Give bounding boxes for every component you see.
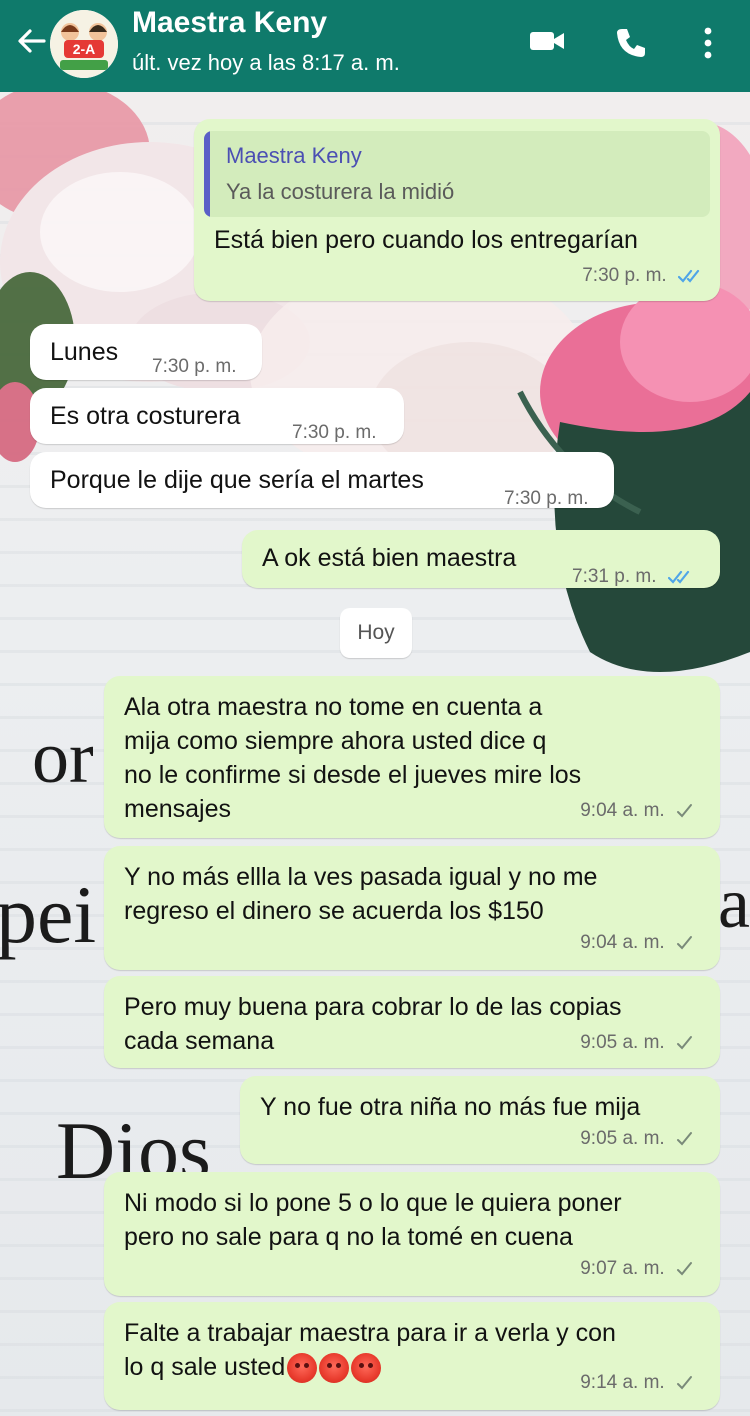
quoted-author: Maestra Keny xyxy=(226,143,362,168)
wallpaper-word-or: or xyxy=(32,717,94,799)
message-text: Pero muy buena para cobrar lo de las cop… xyxy=(124,993,622,1055)
message-time: 9:05 a. m. xyxy=(580,1026,694,1060)
message-text: Porque le dije que sería el martes xyxy=(50,466,424,494)
message-time: 9:04 a. m. xyxy=(580,794,694,828)
phone-icon[interactable] xyxy=(614,26,648,60)
single-check-sent-icon xyxy=(677,935,692,950)
avatar[interactable]: 2-A xyxy=(50,10,118,78)
back-arrow-icon[interactable] xyxy=(14,24,48,58)
quoted-message[interactable]: Maestra Keny Ya la costurera la midió xyxy=(204,131,710,217)
message-bubble-outgoing[interactable]: Pero muy buena para cobrar lo de las cop… xyxy=(104,976,720,1068)
single-check-sent-icon xyxy=(677,1131,692,1146)
message-time: 9:05 a. m. xyxy=(580,1122,694,1156)
message-bubble-outgoing[interactable]: Maestra Keny Ya la costurera la midió Es… xyxy=(194,119,720,301)
message-time: 7:30 p. m. xyxy=(504,488,589,509)
video-call-icon[interactable] xyxy=(528,26,566,56)
message-text: Falte a trabajar maestra para ir a verla… xyxy=(124,1316,616,1384)
date-separator-chip: Hoy xyxy=(340,608,412,658)
message-time: 9:07 a. m. xyxy=(580,1252,694,1286)
message-time: 9:04 a. m. xyxy=(580,926,694,960)
message-time: 7:30 p. m. xyxy=(292,422,377,443)
double-check-read-icon xyxy=(678,269,700,283)
angry-face-icon xyxy=(319,1353,350,1384)
single-check-sent-icon xyxy=(677,1035,692,1050)
message-bubble-outgoing[interactable]: Ala otra maestra no tome en cuenta a mij… xyxy=(104,676,720,838)
wallpaper-word-pei: pei xyxy=(0,869,96,960)
message-text: Ala otra maestra no tome en cuenta a mij… xyxy=(124,693,582,823)
quote-accent-bar xyxy=(204,131,210,217)
message-bubble-outgoing[interactable]: Falte a trabajar maestra para ir a verla… xyxy=(104,1302,720,1410)
message-text: Es otra costurera xyxy=(50,402,241,430)
double-check-read-icon xyxy=(667,570,689,584)
wallpaper-word-a: a xyxy=(718,863,750,943)
chat-header: 2-A Maestra Keny últ. vez hoy a las 8:17… xyxy=(0,0,750,92)
message-bubble-incoming[interactable]: Porque le dije que sería el martes 7:30 … xyxy=(30,452,614,509)
more-vert-icon[interactable] xyxy=(700,26,716,60)
angry-face-icon xyxy=(287,1353,318,1384)
contact-name[interactable]: Maestra Keny xyxy=(132,6,327,40)
message-text: A ok está bien maestra xyxy=(262,544,517,572)
quoted-text: Ya la costurera la midió xyxy=(226,179,455,204)
message-text: Y no fue otra niña no más fue mija xyxy=(260,1093,641,1121)
message-bubble-outgoing[interactable]: A ok está bien maestra 7:31 p. m. xyxy=(242,530,720,588)
message-bubble-incoming[interactable]: Es otra costurera 7:30 p. m. xyxy=(30,388,404,444)
message-time: 7:31 p. m. xyxy=(572,560,694,594)
single-check-sent-icon xyxy=(677,803,692,818)
single-check-sent-icon xyxy=(677,1261,692,1276)
message-time: 7:30 p. m. xyxy=(582,259,704,293)
message-text: Lunes xyxy=(50,338,119,366)
message-bubble-outgoing[interactable]: Ni modo si lo pone 5 o lo que le quiera … xyxy=(104,1172,720,1296)
avatar-label: 2-A xyxy=(73,41,96,57)
message-text: Está bien pero cuando los entregarían xyxy=(214,226,638,254)
message-text: Y no más ellla la ves pasada igual y no … xyxy=(124,863,598,925)
message-bubble-incoming[interactable]: Lunes 7:30 p. m. xyxy=(30,324,262,380)
single-check-sent-icon xyxy=(677,1375,692,1390)
message-bubble-outgoing[interactable]: Y no más ellla la ves pasada igual y no … xyxy=(104,846,720,970)
message-text: Ni modo si lo pone 5 o lo que le quiera … xyxy=(124,1189,622,1251)
message-time: 9:14 a. m. xyxy=(580,1366,694,1400)
angry-face-icon xyxy=(351,1353,382,1384)
message-bubble-outgoing[interactable]: Y no fue otra niña no más fue mija 9:05 … xyxy=(240,1076,720,1164)
message-time: 7:30 p. m. xyxy=(152,356,237,377)
last-seen-status: últ. vez hoy a las 8:17 a. m. xyxy=(132,50,400,75)
